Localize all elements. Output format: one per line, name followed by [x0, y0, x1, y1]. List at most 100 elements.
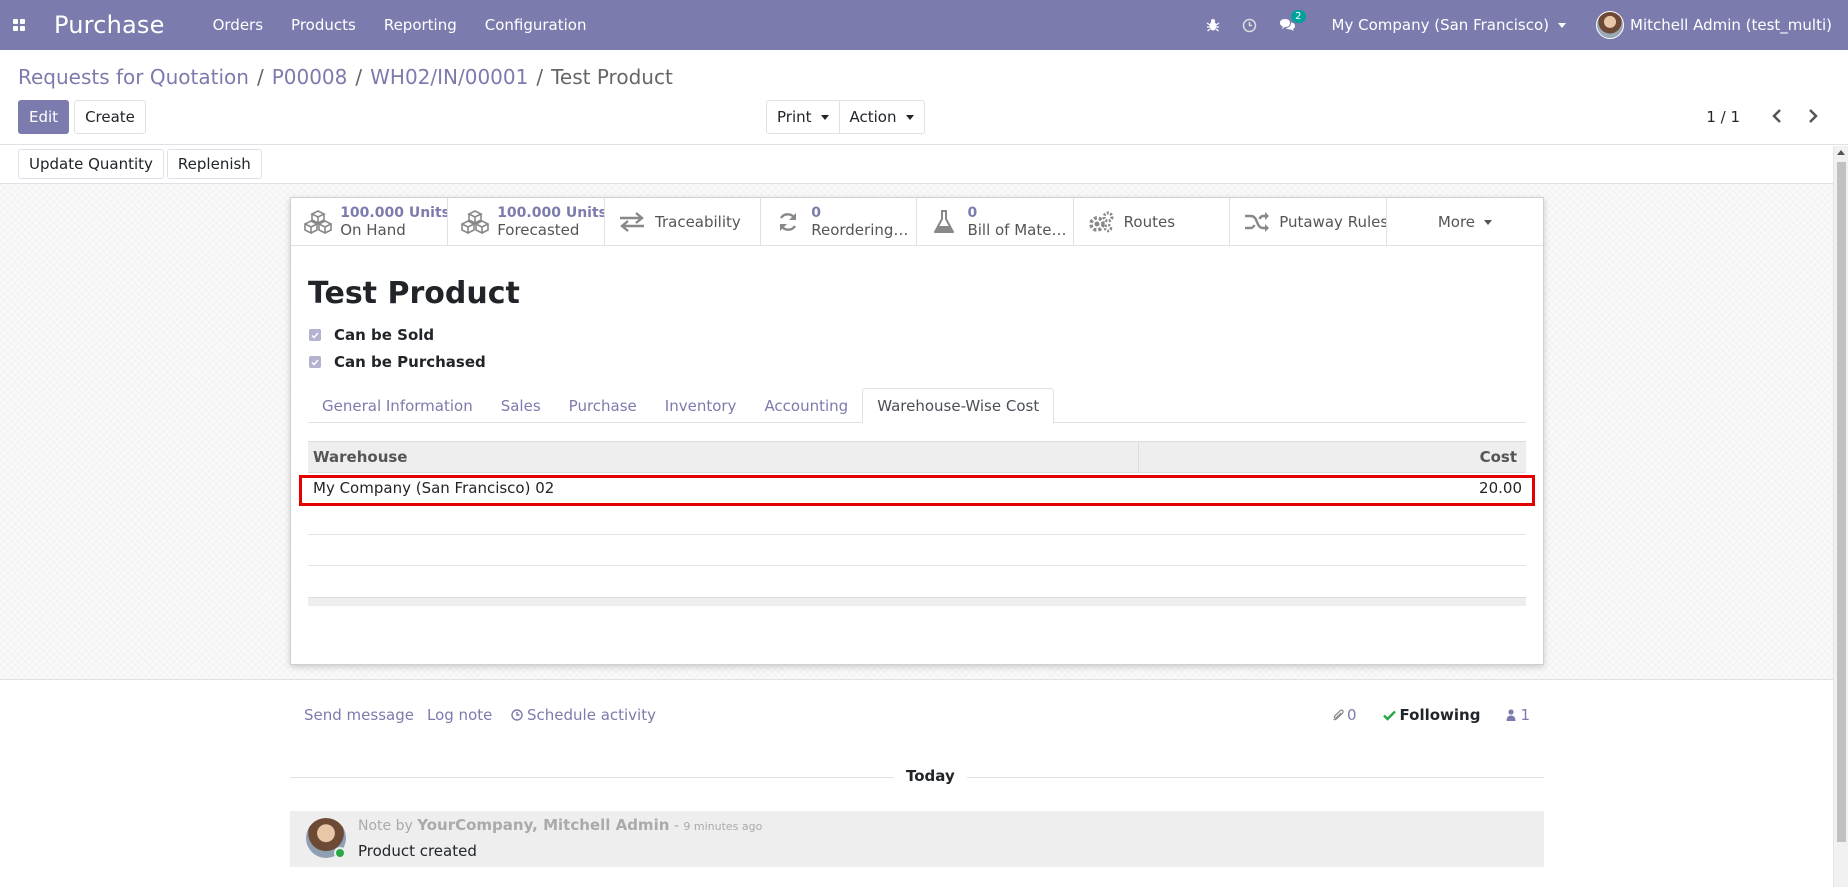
schedule-activity-button[interactable]: Schedule activity [511, 706, 656, 724]
can-be-purchased-row: Can be Purchased [309, 353, 486, 371]
putaway-rules-label: Putaway Rules [1279, 213, 1386, 231]
bom-value: 0 [967, 205, 978, 221]
tab-warehouse-wise-cost[interactable]: Warehouse-Wise Cost [862, 388, 1055, 424]
tab-purchase[interactable]: Purchase [555, 388, 651, 423]
company-name: My Company (San Francisco) [1331, 16, 1549, 34]
date-divider-label: Today [894, 767, 967, 785]
tab-accounting[interactable]: Accounting [750, 388, 862, 423]
print-dropdown[interactable]: Print [766, 100, 840, 134]
cost-cell: 20.00 [1479, 479, 1522, 497]
user-name: Mitchell Admin (test_multi) [1630, 16, 1832, 34]
check-icon [1382, 710, 1396, 721]
action-label: Action [849, 108, 897, 126]
notebook-tabs: General Information Sales Purchase Inven… [308, 388, 1526, 424]
followers-button[interactable]: 1 [1506, 706, 1530, 724]
gears-icon [1086, 209, 1116, 235]
reordering-rules-button[interactable]: 0 Reordering … [761, 198, 918, 246]
table-row[interactable]: My Company (San Francisco) 02 20.00 [308, 473, 1526, 504]
message-author[interactable]: YourCompany, Mitchell Admin [417, 816, 669, 834]
smart-buttons: 100.000 Units On Hand 100.000 Units Foreca… [291, 198, 1543, 246]
breadcrumb-rfq[interactable]: Requests for Quotation [18, 65, 249, 89]
reordering-value: 0 [811, 205, 821, 221]
more-label: More [1437, 213, 1476, 231]
breadcrumb-po[interactable]: P00008 [272, 65, 348, 89]
print-label: Print [777, 108, 812, 126]
can-be-purchased-checkbox[interactable] [309, 356, 321, 368]
breadcrumb-separator: / [536, 65, 544, 89]
breadcrumb-current: Test Product [551, 65, 673, 89]
scrollbar[interactable] [1833, 146, 1848, 887]
tab-inventory[interactable]: Inventory [651, 388, 751, 423]
reordering-label: Reordering … [811, 222, 912, 239]
attachments-button[interactable]: 0 [1332, 706, 1357, 724]
following-label: Following [1399, 706, 1481, 724]
paperclip-icon [1333, 709, 1344, 721]
messages-count-badge: 2 [1291, 10, 1306, 23]
pager-next-icon[interactable] [1802, 106, 1824, 126]
online-status-icon [334, 847, 346, 859]
update-quantity-button[interactable]: Update Quantity [18, 149, 164, 179]
forecasted-button[interactable]: 100.000 Units Forecasted [448, 198, 605, 246]
refresh-icon [773, 209, 803, 235]
warehouse-cell: My Company (San Francisco) 02 [313, 479, 555, 497]
more-dropdown[interactable]: More [1387, 198, 1543, 246]
replenish-button[interactable]: Replenish [166, 149, 262, 179]
empty-row [308, 504, 1526, 535]
bill-of-materials-button[interactable]: 0 Bill of Materi… [917, 198, 1074, 246]
chatter-topbar: Send message Log note Schedule activity … [290, 702, 1544, 728]
on-hand-button[interactable]: 100.000 Units On Hand [291, 198, 448, 246]
user-avatar [1596, 11, 1624, 39]
message-body: Product created [358, 842, 477, 860]
random-icon [1242, 209, 1271, 235]
menu-reporting[interactable]: Reporting [384, 16, 457, 34]
routes-button[interactable]: Routes [1074, 198, 1230, 246]
pager-value[interactable]: 1 / 1 [1706, 108, 1740, 126]
exchange-arrows-icon [617, 209, 647, 235]
tab-sales[interactable]: Sales [487, 388, 555, 423]
menu-products[interactable]: Products [291, 16, 356, 34]
column-header-warehouse[interactable]: Warehouse [308, 442, 1139, 472]
company-switcher[interactable]: My Company (San Francisco) [1332, 16, 1566, 34]
user-menu[interactable]: Mitchell Admin (test_multi) [1596, 11, 1832, 39]
chevron-down-icon [1484, 219, 1493, 225]
form-sheet: 100.000 Units On Hand 100.000 Units Foreca… [290, 197, 1544, 665]
putaway-rules-button[interactable]: Putaway Rules [1230, 198, 1387, 246]
pager-previous-icon[interactable] [1766, 106, 1788, 126]
create-button[interactable]: Create [74, 100, 146, 134]
message-prefix: Note by [358, 818, 413, 834]
tab-general-information[interactable]: General Information [308, 388, 487, 423]
action-dropdown[interactable]: Action [839, 100, 925, 134]
menu-configuration[interactable]: Configuration [485, 16, 587, 34]
schedule-activity-label: Schedule activity [527, 706, 656, 724]
empty-row [308, 566, 1526, 597]
activity-clock-icon[interactable] [1242, 18, 1257, 33]
followers-count: 1 [1520, 706, 1530, 724]
table-footer [308, 597, 1526, 606]
send-message-button[interactable]: Send message [304, 706, 414, 724]
menu-orders[interactable]: Orders [213, 16, 263, 34]
breadcrumb-receipt[interactable]: WH02/IN/00001 [370, 65, 528, 89]
debug-bug-icon[interactable] [1206, 18, 1220, 32]
can-be-sold-row: Can be Sold [309, 326, 434, 344]
on-hand-value: 100.000 Units [340, 205, 447, 221]
traceability-label: Traceability [655, 213, 741, 231]
app-name[interactable]: Purchase [54, 11, 165, 39]
scroll-up-icon[interactable] [1837, 150, 1845, 155]
scrollbar-thumb[interactable] [1837, 162, 1846, 842]
log-note-button[interactable]: Log note [427, 706, 492, 724]
messages-icon[interactable]: 2 [1279, 10, 1306, 32]
edit-button[interactable]: Edit [18, 100, 70, 134]
breadcrumb: Requests for Quotation / P00008 / WH02/IN/00… [18, 65, 673, 89]
bom-label: Bill of Materi… [967, 222, 1068, 239]
following-button[interactable]: Following [1382, 706, 1481, 724]
cubes-icon [460, 209, 489, 235]
product-name[interactable]: Test Product [308, 276, 520, 311]
apps-menu-icon[interactable] [2, 0, 36, 50]
chevron-down-icon [820, 114, 829, 120]
chevron-down-icon [905, 114, 914, 120]
column-header-cost[interactable]: Cost [1139, 442, 1526, 472]
attachments-count: 0 [1346, 706, 1357, 724]
can-be-sold-checkbox[interactable] [309, 329, 321, 341]
traceability-button[interactable]: Traceability [605, 198, 762, 246]
forecasted-value: 100.000 Units [497, 205, 604, 221]
